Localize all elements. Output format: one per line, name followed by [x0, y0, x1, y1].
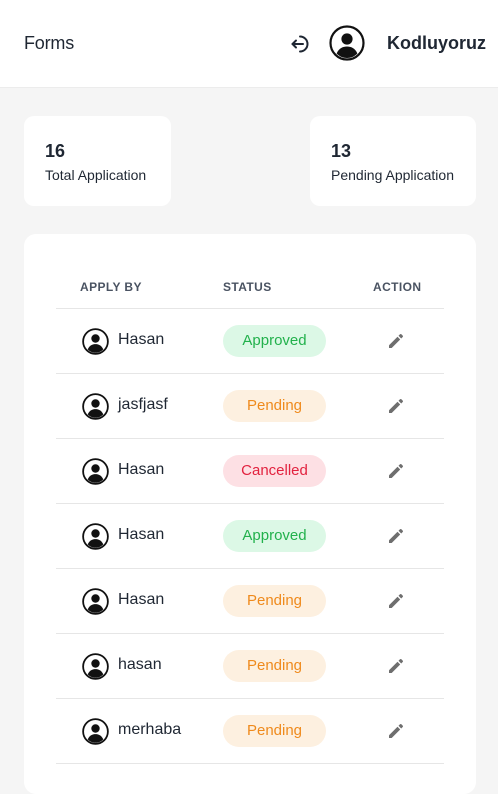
- total-application-count: 16: [45, 141, 66, 161]
- table-row: jasfjasf Pending: [56, 374, 444, 439]
- column-header-action: ACTION: [373, 280, 422, 294]
- applicant-name: merhaba: [118, 721, 182, 738]
- column-header-apply-by: APPLY BY: [80, 280, 142, 294]
- edit-pencil-icon[interactable]: [386, 331, 406, 351]
- status-badge: Pending: [223, 390, 326, 422]
- edit-pencil-icon[interactable]: [386, 721, 406, 741]
- top-header: Forms Kodluyoruz: [0, 0, 498, 88]
- pending-application-count: 13: [331, 141, 352, 161]
- table-row: Hasan Approved: [56, 504, 444, 569]
- user-avatar-icon: [82, 718, 109, 745]
- applicant-name: Hasan: [118, 331, 165, 348]
- status-badge: Approved: [223, 325, 326, 357]
- username[interactable]: Kodluyoruz: [387, 33, 486, 54]
- user-avatar-icon: [82, 653, 109, 680]
- pending-application-card: 13 Pending Application: [310, 116, 476, 206]
- table-row: Hasan Approved: [56, 309, 444, 374]
- edit-pencil-icon[interactable]: [386, 461, 406, 481]
- edit-pencil-icon[interactable]: [386, 656, 406, 676]
- user-avatar-icon: [82, 458, 109, 485]
- edit-pencil-icon[interactable]: [386, 526, 406, 546]
- applicant-name: Hasan: [118, 591, 165, 608]
- total-application-label: Total Application: [45, 167, 147, 183]
- table-row: Hasan Pending: [56, 569, 444, 634]
- user-avatar-icon: [82, 523, 109, 550]
- applications-table: APPLY BY STATUS ACTION Hasan Approved jasf…: [24, 234, 476, 794]
- applicant-name: jasfjasf: [118, 396, 168, 413]
- applicant-name: hasan: [118, 656, 162, 673]
- user-avatar-icon: [82, 588, 109, 615]
- pending-application-label: Pending Application: [331, 167, 454, 183]
- status-badge: Pending: [223, 585, 326, 617]
- table-row: merhaba Pending: [56, 699, 444, 764]
- status-badge: Pending: [223, 650, 326, 682]
- user-avatar-icon: [82, 393, 109, 420]
- status-badge: Approved: [223, 520, 326, 552]
- status-badge: Cancelled: [223, 455, 326, 487]
- edit-pencil-icon[interactable]: [386, 591, 406, 611]
- logout-icon[interactable]: [289, 31, 315, 57]
- applicant-name: Hasan: [118, 526, 165, 543]
- status-badge: Pending: [223, 715, 326, 747]
- applicant-name: Hasan: [118, 461, 165, 478]
- page-title: Forms: [24, 33, 74, 53]
- column-header-status: STATUS: [223, 280, 272, 294]
- table-row: Hasan Cancelled: [56, 439, 444, 504]
- user-avatar-icon: [82, 328, 109, 355]
- total-application-card: 16 Total Application: [24, 116, 171, 206]
- edit-pencil-icon[interactable]: [386, 396, 406, 416]
- table-row: hasan Pending: [56, 634, 444, 699]
- user-avatar-icon[interactable]: [329, 25, 365, 61]
